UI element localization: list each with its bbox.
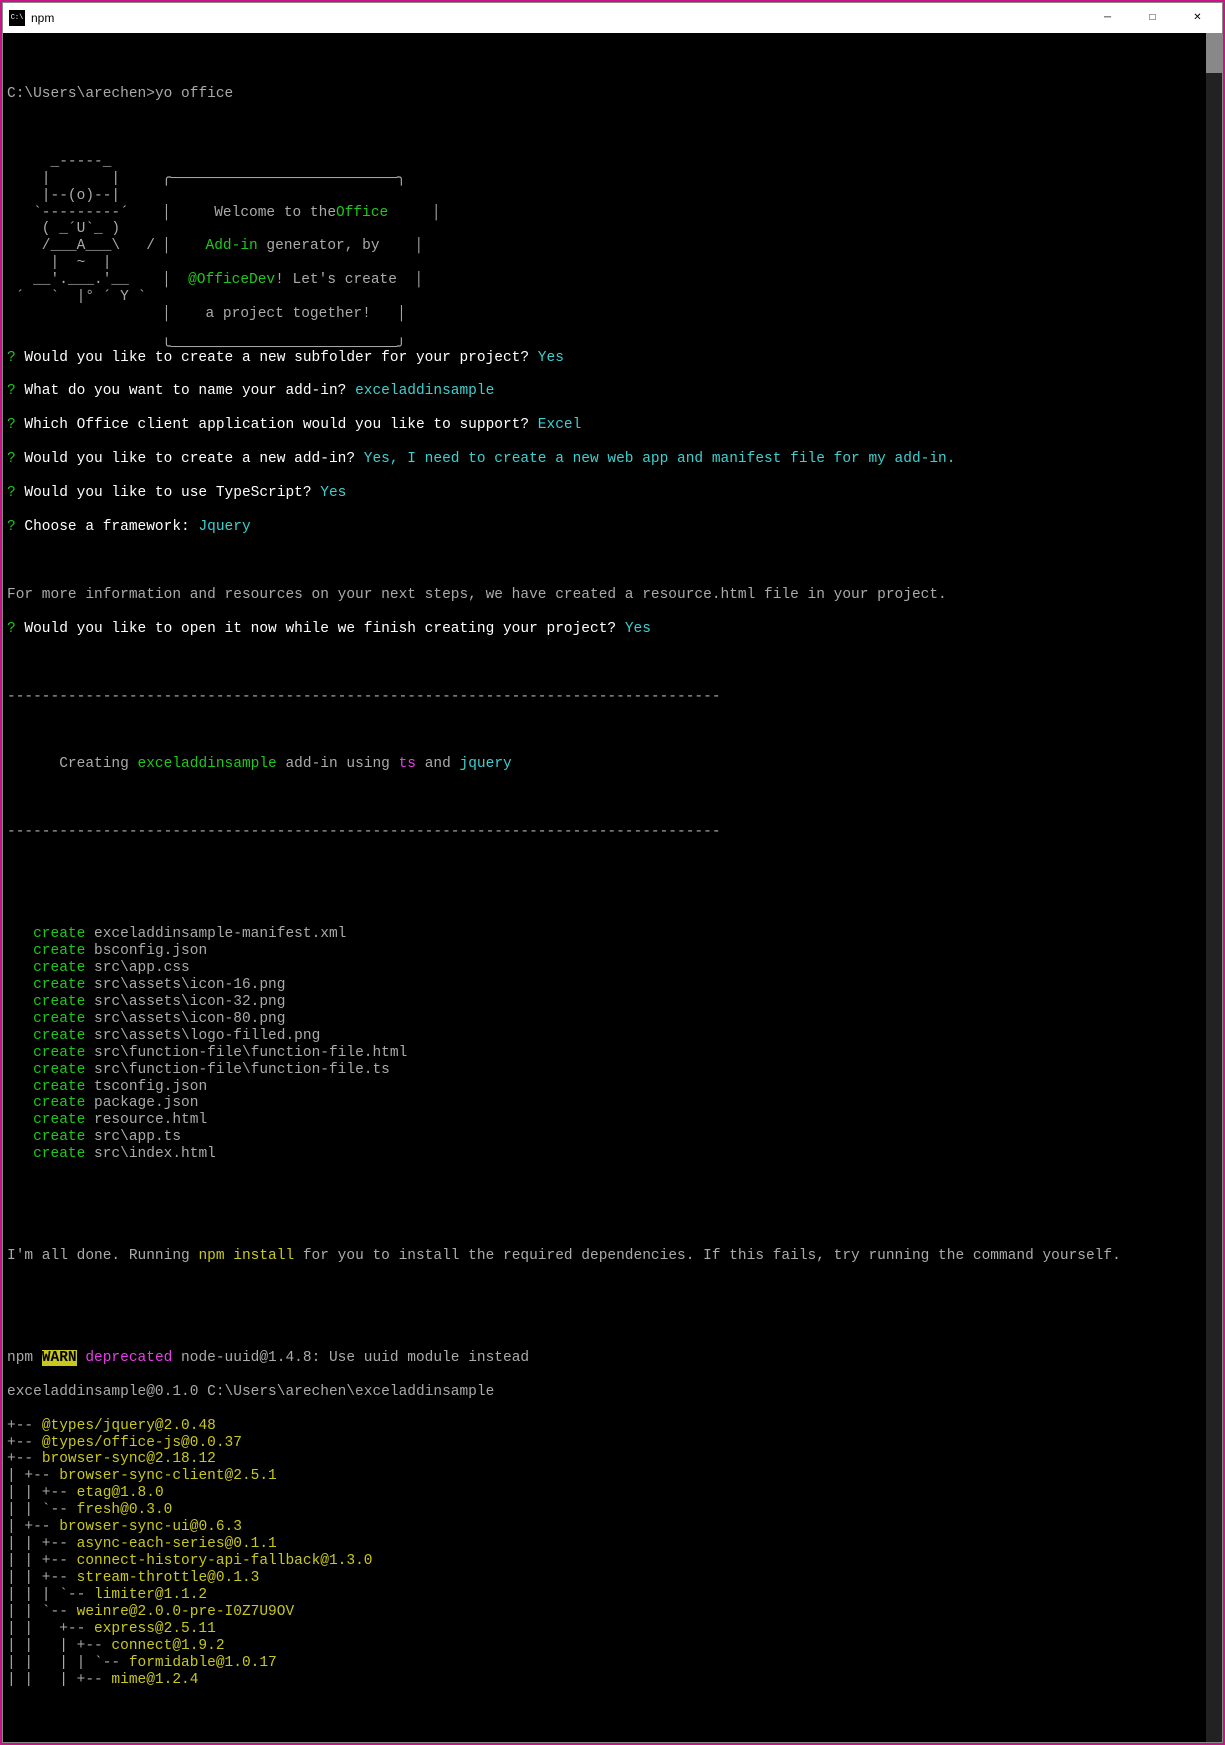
tree-item: | | | +-- mime@1.2.4 [7, 1672, 1222, 1689]
close-button[interactable]: ✕ [1175, 3, 1220, 33]
tree-item: | | +-- express@2.5.11 [7, 1621, 1222, 1638]
minimize-button[interactable]: ─ [1085, 3, 1130, 33]
tree-item: | +-- browser-sync-ui@0.6.3 [7, 1519, 1222, 1536]
install-root: exceladdinsample@0.1.0 C:\Users\arechen\… [7, 1384, 1222, 1401]
create-item: create bsconfig.json [7, 943, 1222, 960]
done-line: I'm all done. Running npm install for yo… [7, 1248, 1222, 1265]
tree-item: +-- @types/jquery@2.0.48 [7, 1418, 1222, 1435]
create-list: create exceladdinsample-manifest.xml cre… [7, 926, 1222, 1163]
tree-item: | | | | `-- formidable@1.0.17 [7, 1655, 1222, 1672]
create-item: create src\assets\icon-32.png [7, 994, 1222, 1011]
tree-item: +-- browser-sync@2.18.12 [7, 1451, 1222, 1468]
maximize-button[interactable]: □ [1130, 3, 1175, 33]
create-item: create tsconfig.json [7, 1079, 1222, 1096]
tree-item: | | `-- weinre@2.0.0-pre-I0Z7U9OV [7, 1604, 1222, 1621]
create-item: create src\app.css [7, 960, 1222, 977]
prompt-q: ? Would you like to open it now while we… [7, 621, 1222, 638]
create-item: create resource.html [7, 1112, 1222, 1129]
creating-line: Creating exceladdinsample add-in using t… [7, 756, 1222, 773]
create-item: create package.json [7, 1095, 1222, 1112]
divider: ----------------------------------------… [7, 824, 1222, 841]
prompt-q: ? What do you want to name your add-in? … [7, 383, 1222, 400]
divider: ----------------------------------------… [7, 689, 1222, 706]
titlebar[interactable]: C:\ npm ─ □ ✕ [3, 3, 1222, 33]
create-item: create src\assets\logo-filled.png [7, 1028, 1222, 1045]
prompt-q: ? Would you like to use TypeScript? Yes [7, 485, 1222, 502]
tree-item: | | +-- connect-history-api-fallback@1.3… [7, 1553, 1222, 1570]
prompt-q: ? Would you like to create a new add-in?… [7, 451, 1222, 468]
create-item: create src\assets\icon-80.png [7, 1011, 1222, 1028]
create-item: create src\assets\icon-16.png [7, 977, 1222, 994]
yeoman-banner: _-----_ | | |--(o)--| `---------´ ( _´U`… [7, 154, 1222, 299]
info-text: For more information and resources on yo… [7, 587, 1222, 604]
tree-item: | | | +-- connect@1.9.2 [7, 1638, 1222, 1655]
tree-item: | | +-- stream-throttle@0.1.3 [7, 1570, 1222, 1587]
prompt-q: ? Choose a framework: Jquery [7, 519, 1222, 536]
tree-item: | | +-- async-each-series@0.1.1 [7, 1536, 1222, 1553]
create-item: create src\function-file\function-file.h… [7, 1045, 1222, 1062]
app-icon: C:\ [9, 10, 25, 26]
prompt-q: ? Which Office client application would … [7, 417, 1222, 434]
app-window: C:\ npm ─ □ ✕ C:\Users\arechen>yo office… [2, 2, 1223, 1743]
tree-item: | | +-- etag@1.8.0 [7, 1485, 1222, 1502]
create-item: create src\index.html [7, 1146, 1222, 1163]
terminal[interactable]: C:\Users\arechen>yo office _-----_ | | |… [3, 33, 1222, 1742]
create-item: create src\app.ts [7, 1129, 1222, 1146]
create-item: create src\function-file\function-file.t… [7, 1062, 1222, 1079]
window-title: npm [31, 11, 54, 25]
npm-warn-line: npm WARN deprecated node-uuid@1.4.8: Use… [7, 1350, 1222, 1367]
create-item: create exceladdinsample-manifest.xml [7, 926, 1222, 943]
tree-item: | +-- browser-sync-client@2.5.1 [7, 1468, 1222, 1485]
scrollbar-thumb[interactable] [1206, 33, 1222, 73]
dep-tree: +-- @types/jquery@2.0.48+-- @types/offic… [7, 1418, 1222, 1689]
tree-item: | | | `-- limiter@1.1.2 [7, 1587, 1222, 1604]
tree-item: | | `-- fresh@0.3.0 [7, 1502, 1222, 1519]
tree-item: +-- @types/office-js@0.0.37 [7, 1435, 1222, 1452]
prompt-line: C:\Users\arechen>yo office [7, 86, 1222, 103]
